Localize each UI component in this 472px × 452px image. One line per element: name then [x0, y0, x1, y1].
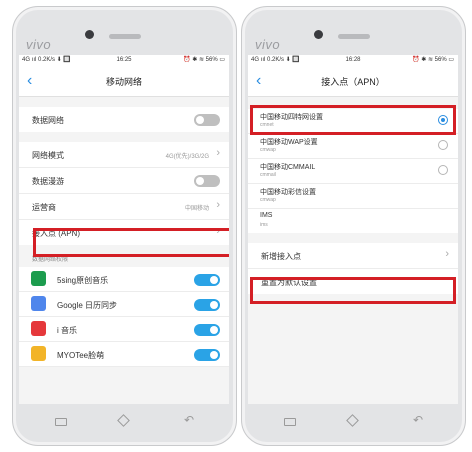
add-apn-button[interactable]: 新增接入点 › [248, 243, 458, 269]
page-title: 接入点（APN） [321, 77, 385, 87]
apn-item-cmmail[interactable]: 中国移动CMMAIL cmmail [248, 159, 458, 184]
apn-item-wap[interactable]: 中国移动WAP设置 cmwap [248, 134, 458, 159]
app-google-calendar-toggle[interactable] [194, 299, 220, 311]
app-row-5sing: 5sing原创音乐 [19, 267, 229, 292]
phone-right: vivo 4G ııl 0.2K/s ⬇ 🔲 16:28 ⏰ ✱ ≋ 56% ▭… [241, 6, 466, 446]
menu-icon[interactable] [55, 418, 67, 426]
screen-mobile-network: 4G ııl 0.2K/s ⬇ 🔲 16:25 ⏰ ✱ ≋ 56% ▭ ‹ 移动… [19, 55, 229, 404]
highlight-box-reset [250, 277, 456, 304]
chevron-right-icon: › [445, 248, 449, 260]
row-value: 中国移动 [184, 206, 209, 212]
page-title: 移动网络 [105, 77, 142, 87]
row-value: 4G(优先)/3G/2G [165, 154, 209, 160]
front-camera-icon [85, 30, 94, 39]
brand-logo: vivo [255, 37, 281, 52]
speaker-grille [108, 34, 141, 39]
title-bar: ‹ 接入点（APN） [248, 66, 458, 97]
toggle-knob [210, 351, 218, 359]
menu-icon[interactable] [284, 418, 296, 426]
toggle-knob [210, 301, 218, 309]
app-myotee-icon [31, 346, 46, 361]
screen-apn: 4G ııl 0.2K/s ⬇ 🔲 16:28 ⏰ ✱ ≋ 56% ▭ ‹ 接入… [248, 55, 458, 404]
back-icon[interactable]: ↶ [413, 413, 423, 427]
row-label: 数据漫游 [32, 177, 64, 186]
app-row-google-calendar: Google 日历同步 [19, 292, 229, 317]
toggle-knob [196, 116, 204, 124]
app-name: Google 日历同步 [57, 301, 118, 310]
apn-sub: cmmail [260, 172, 276, 178]
row-label: 运营商 [32, 203, 56, 212]
highlight-box-apn [33, 228, 229, 257]
nav-bar: ↶ [248, 409, 458, 437]
chevron-right-icon: › [216, 147, 220, 159]
apn-sub: cmwap [260, 147, 276, 153]
app-myotee-toggle[interactable] [194, 349, 220, 361]
apn-name: IMS [260, 212, 273, 219]
apn-name: 中国移动CMMAIL [260, 164, 316, 171]
app-row-imusic: i 音乐 [19, 317, 229, 342]
apn-sub: cmwap [260, 197, 276, 203]
data-network-group: 数据网络 [19, 107, 229, 132]
speaker-grille [337, 34, 370, 39]
app-name: MYOTee脸萌 [57, 351, 105, 360]
app-google-calendar-icon [31, 296, 46, 311]
apn-radio[interactable] [438, 140, 448, 150]
apn-sub: ims [260, 222, 268, 228]
row-carrier[interactable]: 运营商 中国移动 › [19, 194, 229, 220]
front-camera-icon [314, 30, 323, 39]
chevron-right-icon: › [216, 199, 220, 211]
app-name: i 音乐 [57, 326, 77, 335]
apn-item-ims[interactable]: IMS ims [248, 209, 458, 233]
row-label: 网络模式 [32, 151, 64, 160]
toggle-knob [210, 276, 218, 284]
nav-bar: ↶ [19, 409, 229, 437]
row-label: 数据网络 [32, 116, 64, 125]
row-label: 新增接入点 [261, 252, 301, 261]
status-icons: ⏰ ✱ ≋ 56% ▭ [183, 57, 225, 63]
status-icons: ⏰ ✱ ≋ 56% ▭ [412, 57, 454, 63]
title-bar: ‹ 移动网络 [19, 66, 229, 97]
row-network-mode[interactable]: 网络模式 4G(优先)/3G/2G › [19, 142, 229, 168]
brand-logo: vivo [26, 37, 52, 52]
home-icon[interactable] [346, 414, 359, 427]
app-imusic-toggle[interactable] [194, 324, 220, 336]
app-row-myotee: MYOTee脸萌 [19, 342, 229, 367]
row-data-roaming[interactable]: 数据漫游 [19, 168, 229, 194]
data-network-toggle[interactable] [194, 114, 220, 126]
highlight-box-cmnet [250, 105, 456, 135]
toggle-knob [210, 326, 218, 334]
home-icon[interactable] [117, 414, 130, 427]
back-icon[interactable]: ↶ [184, 413, 194, 427]
app-5sing-icon [31, 271, 46, 286]
apn-item-mms[interactable]: 中国移动彩信设置 cmwap [248, 184, 458, 209]
app-name: 5sing原创音乐 [57, 276, 109, 285]
apn-name: 中国移动彩信设置 [260, 189, 316, 196]
row-data-network[interactable]: 数据网络 [19, 107, 229, 132]
apn-radio[interactable] [438, 165, 448, 175]
app-imusic-icon [31, 321, 46, 336]
apn-name: 中国移动WAP设置 [260, 139, 318, 146]
app-5sing-toggle[interactable] [194, 274, 220, 286]
data-roaming-toggle[interactable] [194, 175, 220, 187]
phone-left: vivo 4G ııl 0.2K/s ⬇ 🔲 16:25 ⏰ ✱ ≋ 56% ▭… [12, 6, 237, 446]
status-bar: 4G ııl 0.2K/s ⬇ 🔲 16:28 ⏰ ✱ ≋ 56% ▭ [248, 55, 458, 66]
toggle-knob [196, 177, 204, 185]
status-bar: 4G ııl 0.2K/s ⬇ 🔲 16:25 ⏰ ✱ ≋ 56% ▭ [19, 55, 229, 66]
